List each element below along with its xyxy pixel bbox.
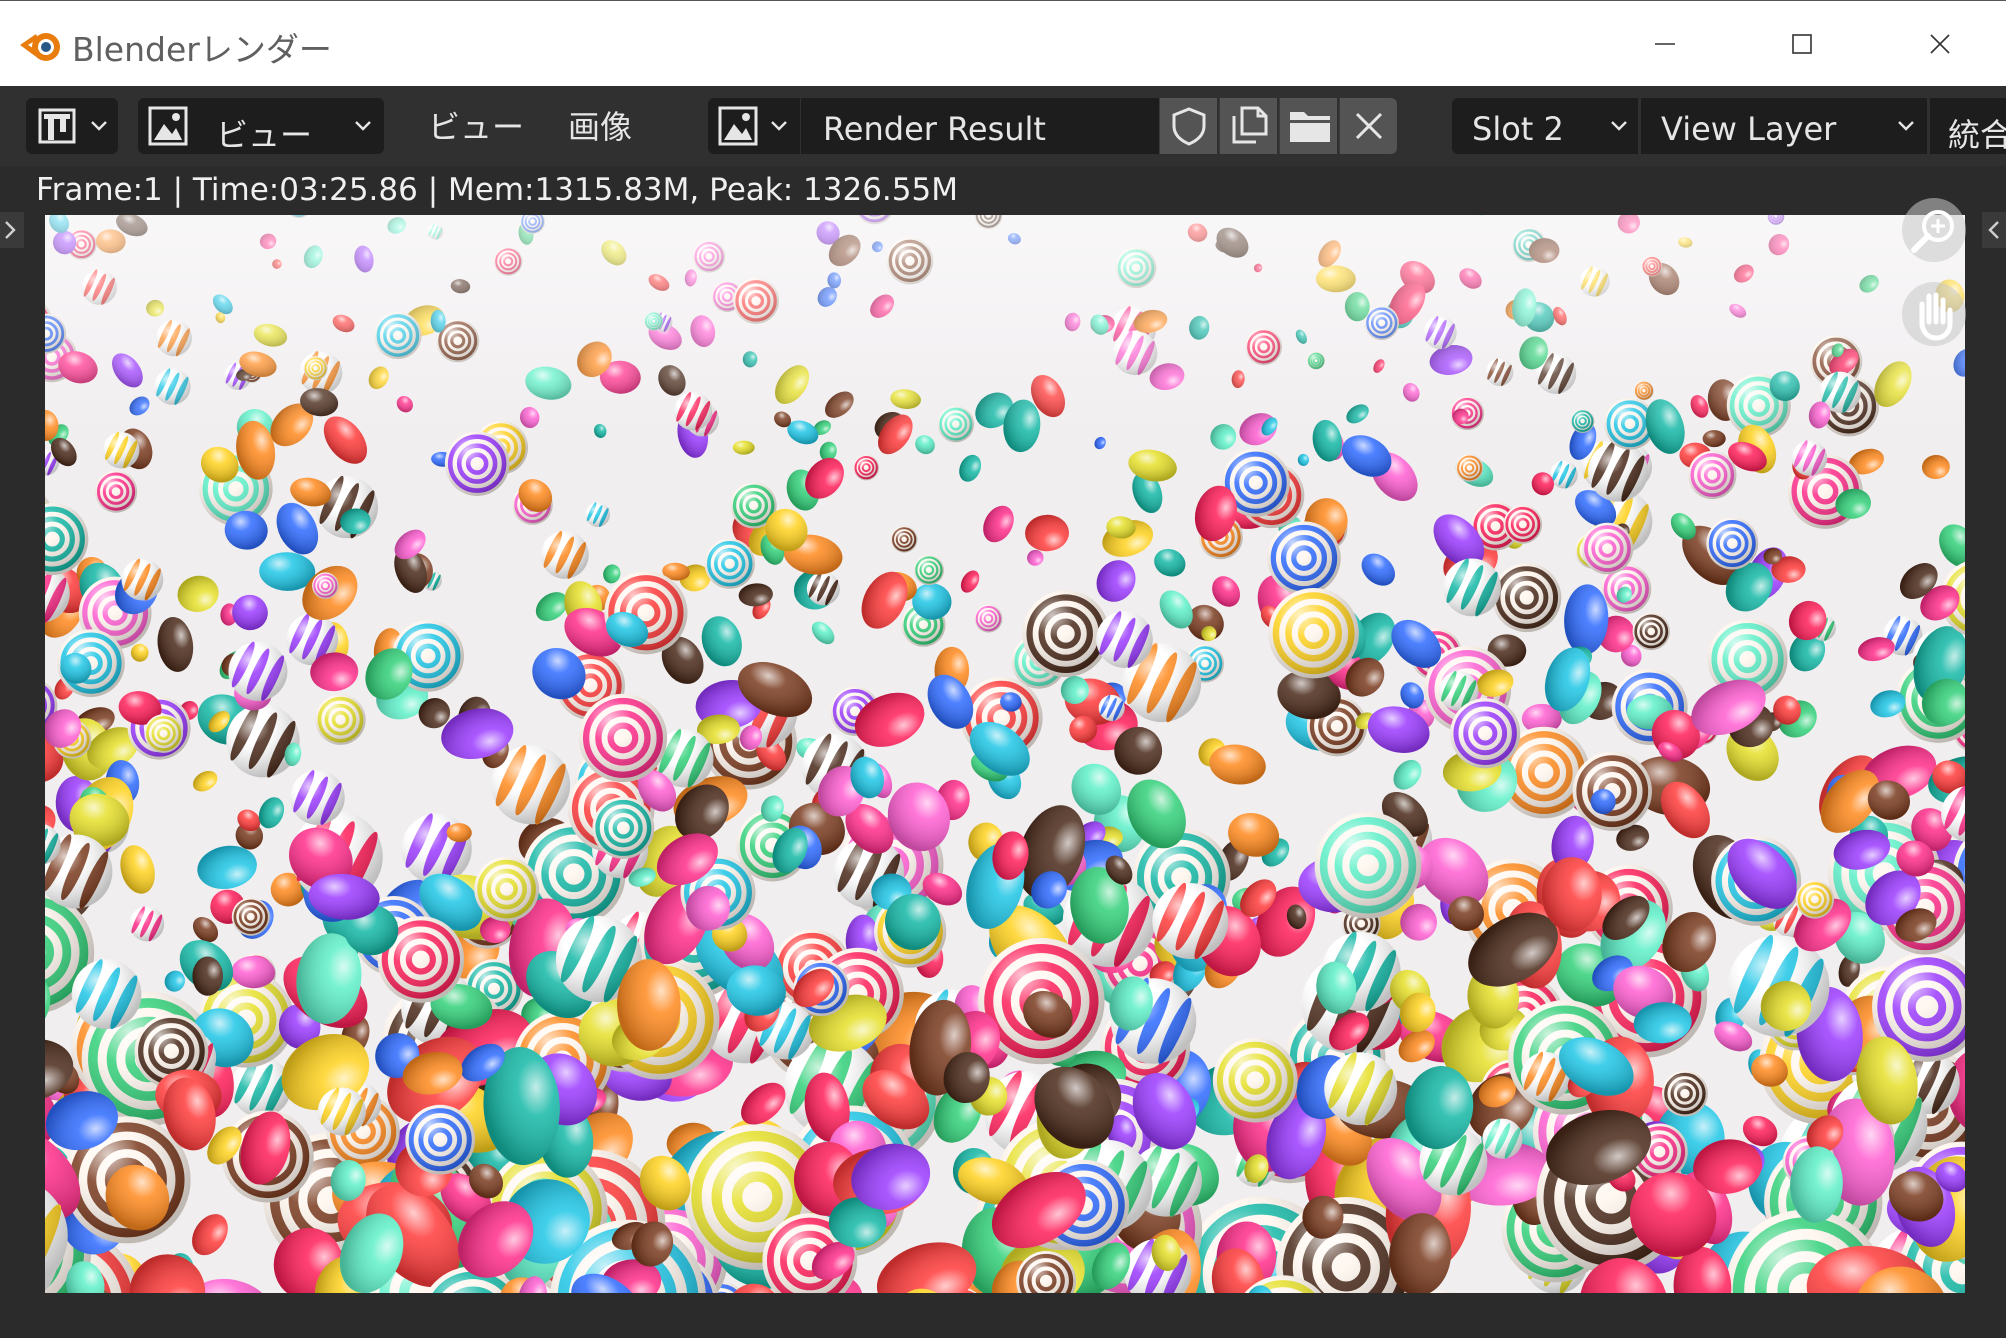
browse-image-dropdown[interactable] (708, 98, 800, 154)
blender-logo-icon (20, 33, 60, 61)
window-title: Blenderレンダー (72, 30, 332, 69)
image-editor-icon (38, 108, 76, 144)
minimize-icon[interactable] (1635, 21, 1695, 67)
image-icon (148, 106, 188, 146)
view-layer-dropdown[interactable]: View Layer (1641, 98, 1927, 154)
render-pass-dropdown[interactable]: 統合 (1930, 98, 2006, 154)
chevron-left-icon (1988, 221, 1999, 239)
shield-icon (1172, 107, 1206, 146)
image-name-field[interactable]: Render Result (801, 98, 1159, 154)
view-mode-label: ビュー (216, 116, 313, 154)
view-layer-label: View Layer (1661, 110, 1837, 148)
fake-user-button[interactable] (1159, 98, 1217, 154)
image-icon (718, 106, 758, 146)
maximize-icon[interactable] (1772, 21, 1832, 67)
chevron-down-icon (771, 121, 787, 131)
slot-label: Slot 2 (1472, 110, 1564, 148)
duplicate-icon (1232, 106, 1268, 144)
close-icon (1355, 112, 1383, 140)
chevron-down-icon (355, 121, 371, 131)
window-titlebar: Blenderレンダー (0, 0, 2006, 86)
chevron-right-icon (5, 221, 16, 239)
open-image-button[interactable] (1279, 98, 1337, 154)
toolbar-toggle[interactable] (0, 212, 24, 248)
render-pass-label: 統合 (1948, 116, 2006, 154)
zoom-gizmo[interactable] (1902, 198, 1966, 262)
render-result-image[interactable] (45, 215, 1965, 1293)
menu-view[interactable]: ビュー (428, 102, 524, 148)
image-editor-header: ビュー ビュー 画像 Render Result Slot 2 View Lay… (0, 86, 2006, 166)
editor-type-dropdown[interactable] (26, 98, 118, 154)
unlink-image-button[interactable] (1339, 98, 1397, 154)
hand-icon (1919, 292, 1953, 341)
render-status-text: Frame:1 | Time:03:25.86 | Mem:1315.83M, … (36, 172, 958, 208)
candy-render-picture (45, 215, 1965, 1293)
chevron-down-icon (1611, 121, 1627, 131)
view-mode-dropdown[interactable]: ビュー (138, 98, 384, 154)
pan-gizmo[interactable] (1902, 282, 1966, 346)
sidebar-toggle[interactable] (1982, 212, 2006, 248)
chevron-down-icon (91, 121, 107, 131)
menu-image[interactable]: 画像 (568, 102, 632, 148)
slot-dropdown[interactable]: Slot 2 (1452, 98, 1638, 154)
zoom-in-icon (1911, 210, 1954, 253)
close-icon[interactable] (1910, 21, 1970, 67)
chevron-down-icon (1898, 121, 1914, 131)
folder-icon (1290, 112, 1330, 142)
new-image-button[interactable] (1219, 98, 1277, 154)
image-name-text: Render Result (823, 110, 1046, 148)
